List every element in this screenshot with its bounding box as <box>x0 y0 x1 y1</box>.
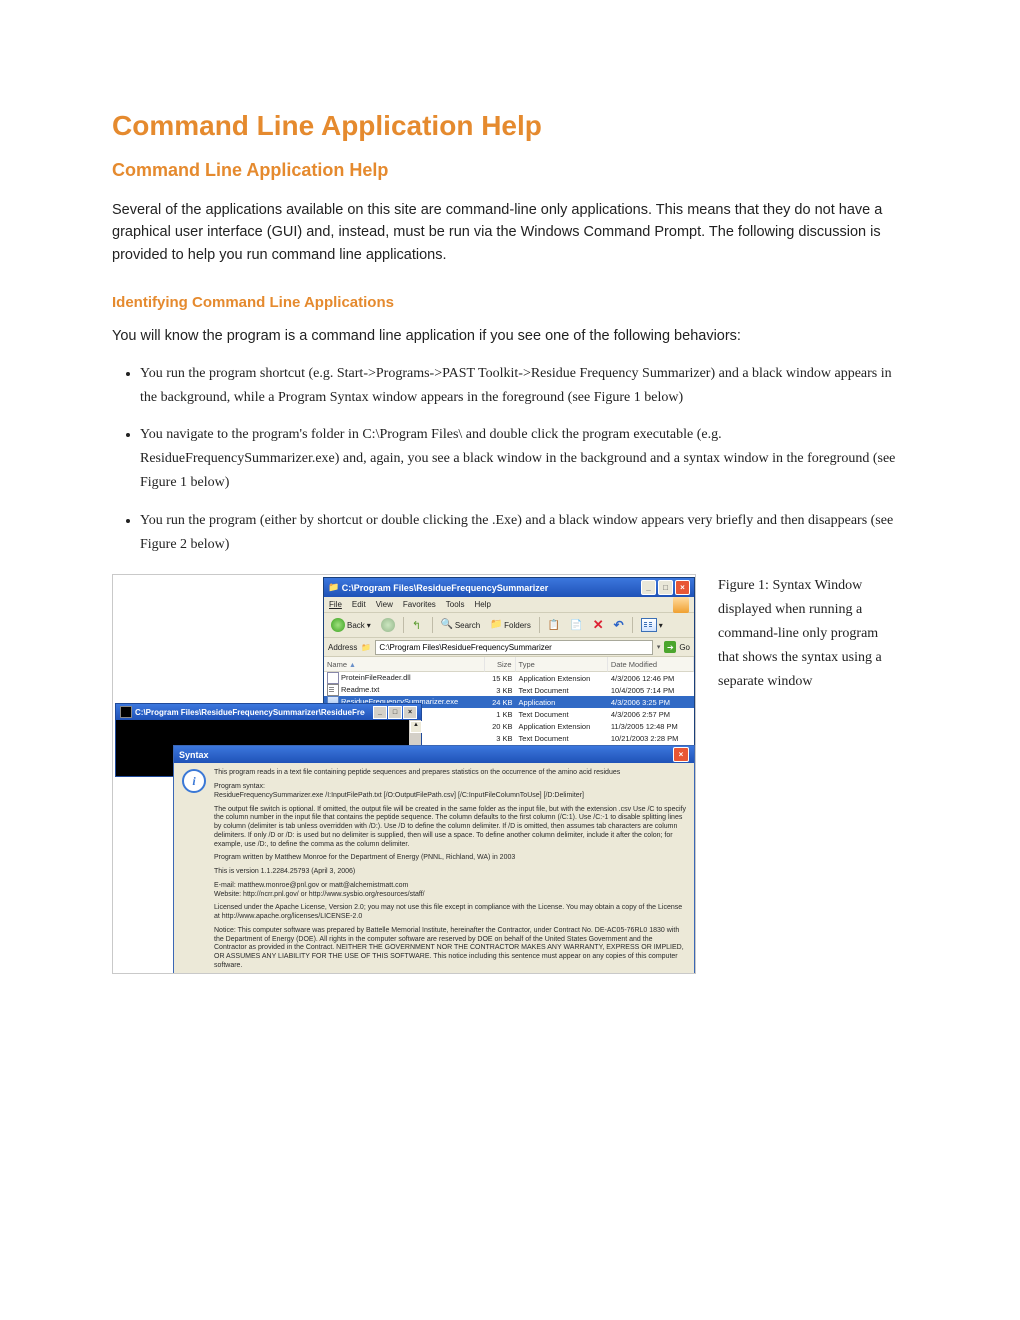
folder-icon: 📁 <box>361 643 371 652</box>
file-icon <box>327 684 339 696</box>
table-row[interactable]: Readme.txt3 KBText Document10/4/2005 7:1… <box>324 684 694 696</box>
address-bar: Address 📁 ▾ ➔Go <box>324 638 694 657</box>
explorer-toolbar: Back ▾ Search Folders ✕ ▾ <box>324 613 694 638</box>
intro-paragraph: Several of the applications available on… <box>112 199 908 266</box>
col-size[interactable]: Size <box>485 657 516 672</box>
menu-tools[interactable]: Tools <box>446 600 465 609</box>
section-lead: You will know the program is a command l… <box>112 325 908 347</box>
list-item: You run the program shortcut (e.g. Start… <box>140 362 908 410</box>
forward-button[interactable] <box>378 616 398 634</box>
search-icon <box>441 619 453 631</box>
folders-button[interactable]: Folders <box>487 616 534 634</box>
file-icon <box>327 672 339 684</box>
go-icon: ➔ <box>664 641 676 653</box>
syntax-titlebar: Syntax × <box>174 746 694 763</box>
folder-icon: 📁 <box>328 582 339 593</box>
go-button[interactable]: ➔Go <box>664 641 690 653</box>
undo-button[interactable] <box>611 616 627 634</box>
delete-button[interactable]: ✕ <box>590 616 607 634</box>
copy-icon <box>548 620 560 631</box>
list-item: You run the program (either by shortcut … <box>140 509 908 557</box>
cmd-maximize-button[interactable]: □ <box>388 706 402 719</box>
cmd-minimize-button[interactable]: _ <box>373 706 387 719</box>
cmd-title: C:\Program Files\ResidueFrequencySummari… <box>135 708 365 717</box>
explorer-titlebar: 📁 C:\Program Files\ResidueFrequencySumma… <box>324 578 694 597</box>
close-button[interactable]: × <box>675 580 690 595</box>
up-icon <box>412 619 424 631</box>
minimize-button[interactable]: _ <box>641 580 656 595</box>
forward-icon <box>381 618 395 632</box>
up-button[interactable] <box>409 616 427 634</box>
col-date[interactable]: Date Modified <box>608 657 694 672</box>
figure-1-caption: Figure 1: Syntax Window displayed when r… <box>718 574 888 693</box>
dropdown-icon[interactable]: ▾ <box>657 643 661 651</box>
address-input[interactable] <box>375 640 652 655</box>
back-icon <box>331 618 345 632</box>
menu-favorites[interactable]: Favorites <box>403 600 436 609</box>
windows-flag-icon <box>673 597 689 613</box>
col-type[interactable]: Type <box>516 657 608 672</box>
menu-file[interactable]: File <box>329 600 342 609</box>
syntax-title: Syntax <box>179 750 209 760</box>
cmd-titlebar: C:\Program Files\ResidueFrequencySummari… <box>116 704 421 720</box>
move-icon <box>570 620 582 631</box>
table-row[interactable]: ProteinFileReader.dll15 KBApplication Ex… <box>324 672 694 684</box>
views-button[interactable]: ▾ <box>638 616 666 634</box>
folders-icon <box>490 619 502 631</box>
undo-icon <box>614 618 624 632</box>
page-subtitle: Command Line Application Help <box>112 160 908 181</box>
menu-view[interactable]: View <box>376 600 393 609</box>
back-button[interactable]: Back ▾ <box>328 616 374 634</box>
maximize-button[interactable]: □ <box>658 580 673 595</box>
explorer-title: C:\Program Files\ResidueFrequencySummari… <box>342 583 549 593</box>
explorer-menubar: File Edit View Favorites Tools Help <box>324 597 694 613</box>
figure-1: 📁 C:\Program Files\ResidueFrequencySumma… <box>112 574 696 974</box>
address-label: Address <box>328 643 357 652</box>
syntax-text: This program reads in a text file contai… <box>214 769 686 974</box>
bullet-list: You run the program shortcut (e.g. Start… <box>112 362 908 557</box>
menu-edit[interactable]: Edit <box>352 600 366 609</box>
info-icon: i <box>182 769 206 793</box>
cmd-close-button[interactable]: × <box>403 706 417 719</box>
page-title: Command Line Application Help <box>112 110 908 142</box>
col-name[interactable]: Name▲ <box>324 657 485 672</box>
syntax-close-button[interactable]: × <box>673 747 689 762</box>
sort-asc-icon: ▲ <box>349 662 356 669</box>
move-to-button[interactable] <box>567 616 585 634</box>
section-heading: Identifying Command Line Applications <box>112 294 908 311</box>
cmd-icon <box>120 706 132 718</box>
copy-to-button[interactable] <box>545 616 563 634</box>
list-item: You navigate to the program's folder in … <box>140 423 908 494</box>
menu-help[interactable]: Help <box>474 600 490 609</box>
search-button[interactable]: Search <box>438 616 483 634</box>
views-icon <box>641 618 657 632</box>
syntax-dialog: Syntax × i This program reads in a text … <box>173 745 695 974</box>
